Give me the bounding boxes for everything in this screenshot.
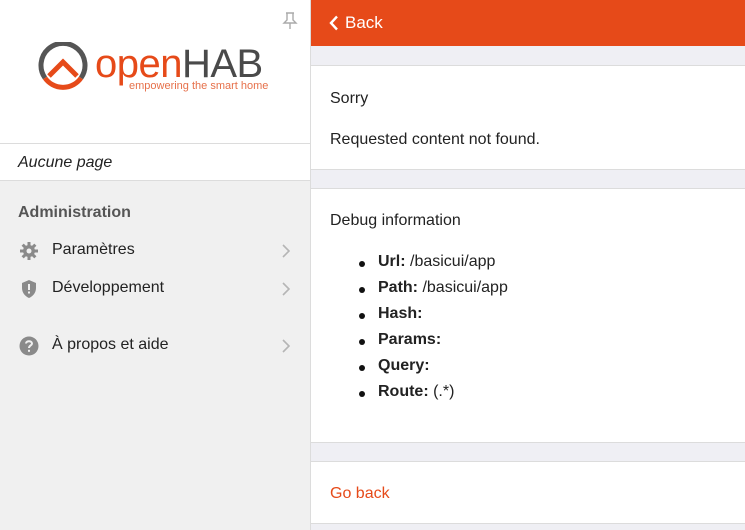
current-page-label: Aucune page — [18, 154, 113, 171]
go-back-block: Go back — [311, 461, 745, 524]
navbar: Back — [311, 0, 745, 46]
back-label: Back — [345, 13, 383, 32]
debug-value: /basicui/app — [418, 279, 508, 296]
sidebar-item-label: Paramètres — [52, 241, 135, 258]
help-icon — [19, 336, 39, 356]
error-block: Sorry Requested content not found. — [311, 65, 745, 170]
debug-item-route: Route: (.*) — [359, 383, 508, 409]
current-page-row[interactable]: Aucune page — [0, 143, 310, 181]
go-back-link[interactable]: Go back — [330, 485, 390, 503]
debug-item-path: Path: /basicui/app — [359, 279, 508, 305]
debug-title: Debug information — [330, 212, 461, 229]
logo-area: openHAB empowering the smart home — [0, 0, 310, 143]
debug-item-url: Url: /basicui/app — [359, 253, 508, 279]
debug-value: (.*) — [428, 383, 455, 400]
gear-icon — [20, 242, 38, 260]
debug-key: Hash: — [378, 305, 423, 322]
main-content: Back Sorry Requested content not found. … — [311, 0, 745, 530]
administration-section-title: Administration — [18, 204, 131, 221]
debug-item-query: Query: — [359, 357, 508, 383]
debug-key: Path: — [378, 279, 418, 296]
debug-item-params: Params: — [359, 331, 508, 357]
chevron-right-icon — [282, 244, 291, 258]
sidebar: openHAB empowering the smart home Aucune… — [0, 0, 311, 530]
debug-list: Url: /basicui/app Path: /basicui/app Has… — [359, 253, 508, 409]
pin-icon[interactable] — [282, 12, 298, 30]
logo-tagline: empowering the smart home — [129, 80, 269, 92]
chevron-right-icon — [282, 339, 291, 353]
back-button[interactable]: Back — [329, 0, 383, 46]
debug-item-hash: Hash: — [359, 305, 508, 331]
error-message: Requested content not found. — [330, 131, 540, 148]
debug-key: Route: — [378, 383, 429, 400]
chevron-left-icon — [329, 15, 338, 31]
debug-key: Url: — [378, 253, 406, 270]
openhab-logo: openHAB empowering the smart home — [37, 40, 277, 100]
chevron-right-icon — [282, 282, 291, 296]
sidebar-item-label: À propos et aide — [52, 336, 169, 353]
sidebar-item-about-help[interactable]: À propos et aide — [0, 327, 310, 365]
sidebar-item-developpement[interactable]: Développement — [0, 270, 310, 308]
sidebar-item-label: Développement — [52, 279, 165, 296]
sidebar-item-parametres[interactable]: Paramètres — [0, 232, 310, 270]
shield-icon — [22, 280, 36, 298]
error-title: Sorry — [330, 90, 369, 107]
debug-value: /basicui/app — [405, 253, 496, 270]
debug-block: Debug information Url: /basicui/app Path… — [311, 188, 745, 443]
debug-key: Params: — [378, 331, 442, 348]
debug-key: Query: — [378, 357, 430, 374]
logo-house-icon — [38, 42, 88, 90]
